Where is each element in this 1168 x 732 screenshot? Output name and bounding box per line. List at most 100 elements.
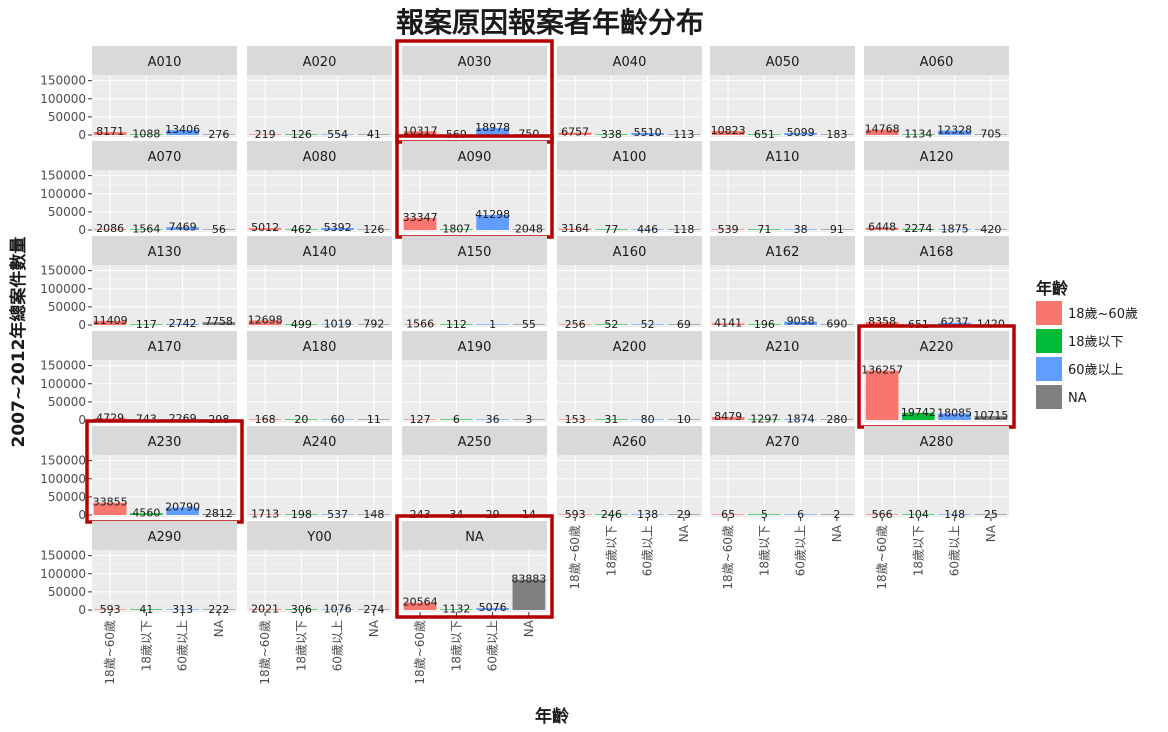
facet-panel-na: NA205641132 50768388318歲~60歲 18歲以下 60歲以上 NA [395, 514, 554, 685]
x-tick-label: 18歲以下 [139, 620, 153, 671]
data-label-a162-4: 690 [826, 318, 847, 331]
y-tick-label: 100000 [40, 282, 86, 296]
x-tick-label: NA [677, 524, 691, 542]
data-label-a050-4: 183 [826, 128, 847, 141]
facet-strip-label: A010 [148, 55, 182, 70]
legend-key-1 [1036, 301, 1062, 325]
data-label-a200-3: 80 [641, 413, 655, 426]
data-label-a060-1: 14768 [865, 123, 900, 136]
data-label-a090-4: 2048 [515, 222, 543, 235]
facet-strip-label: A200 [613, 340, 647, 355]
data-label-a030-3: 18978 [475, 121, 510, 134]
facet-panel-a080: A080 5012 462 5392 126 [247, 141, 392, 236]
y-tick-label: 100000 [40, 187, 86, 201]
data-label-a240-2: 198 [291, 508, 312, 521]
data-label-a162-3: 9058 [787, 315, 815, 328]
data-label-a060-2: 1134 [904, 128, 932, 141]
data-label-a090-1: 33347 [403, 211, 438, 224]
data-label-a160-2: 52 [604, 318, 618, 331]
x-tick-label: 60歲以上 [794, 525, 808, 576]
y-tick-label: 0 [78, 413, 86, 427]
y-tick-label: 100000 [40, 92, 86, 106]
facet-strip-label: A040 [613, 55, 647, 70]
data-label-a110-1: 539 [718, 223, 739, 236]
data-label-a110-4: 91 [830, 223, 844, 236]
data-label-a150-3: 1 [489, 318, 496, 331]
facet-strip-label: A270 [766, 435, 800, 450]
y-tick-label: 0 [78, 318, 86, 332]
facet-panel-a220: A220 136257 19742 18085 10715 [857, 324, 1016, 429]
y-tick-label: 50000 [48, 300, 86, 314]
data-label-a230-4: 2812 [205, 507, 233, 520]
facet-panel-a280: A280566 104 148 2518歲~60歲 18歲以下 60歲以上 NA [864, 426, 1009, 590]
facet-panel-a180: A180 168 20 60 11 [247, 331, 392, 426]
facet-panel-a110: A110 539 71 38 91 [710, 141, 855, 236]
legend-label-1: 18歲~60歲 [1068, 307, 1138, 322]
x-tick-label: NA [984, 524, 998, 542]
facet-panel-a130: A130 11409 117 2742 7758 0 50000 100000 150000 [40, 236, 237, 332]
data-label-a080-3: 5392 [324, 221, 352, 234]
data-label-a120-2: 2274 [904, 222, 932, 235]
y-tick-label: 0 [78, 128, 86, 142]
data-label-a162-2: 196 [754, 318, 775, 331]
data-label-a190-2: 6 [453, 413, 460, 426]
facet-strip-label: A220 [920, 340, 954, 355]
facet-strip-label: A168 [920, 245, 954, 260]
data-label-na-1: 20564 [403, 596, 438, 609]
data-label-a010-3: 13406 [165, 123, 200, 136]
x-tick-label: 18歲~60歲 [721, 525, 735, 590]
data-label-a190-3: 36 [486, 413, 500, 426]
legend: 年齡 18歲~60歲 18歲以下 60歲以上 NA [1036, 279, 1138, 409]
data-label-a020-4: 41 [367, 128, 381, 141]
legend-title: 年齡 [1036, 279, 1068, 298]
data-label-a020-1: 219 [255, 128, 276, 141]
y-tick-label: 50000 [48, 490, 86, 504]
facet-panel-a050: A050 10823 651 5099 183 [710, 46, 855, 141]
data-label-a040-1: 6757 [561, 126, 589, 139]
data-label-a130-1: 11409 [93, 314, 128, 327]
y-tick-label: 50000 [48, 395, 86, 409]
facet-strip-label: Y00 [306, 530, 331, 545]
facet-panel-a140: A140 12698 499 1019 792 [247, 236, 392, 331]
data-label-a010-2: 1088 [132, 128, 160, 141]
facet-strip-label: A250 [458, 435, 492, 450]
data-label-na-4: 83883 [511, 573, 546, 586]
y-tick-label: 50000 [48, 110, 86, 124]
y-tick-label: 150000 [40, 74, 86, 88]
data-label-a100-3: 446 [637, 223, 658, 236]
facet-strip-label: A110 [766, 150, 800, 165]
data-label-a010-1: 8171 [96, 125, 124, 138]
facet-strip-label: A280 [920, 435, 954, 450]
data-label-a010-4: 276 [208, 128, 229, 141]
data-label-a210-1: 8479 [714, 410, 742, 423]
data-label-a230-1: 33855 [93, 496, 128, 509]
facet-panel-a150: A150 1566 112 1 55 [402, 236, 547, 331]
facet-strip-label: NA [465, 530, 484, 545]
data-label-a070-1: 2086 [96, 222, 124, 235]
data-label-a160-3: 52 [641, 318, 655, 331]
data-label-a050-3: 5099 [787, 126, 815, 139]
data-label-a130-2: 117 [136, 318, 157, 331]
facet-strip-label: A230 [148, 435, 182, 450]
facet-strip-label: A210 [766, 340, 800, 355]
x-tick-label: NA [830, 524, 844, 542]
y-tick-label: 150000 [40, 359, 86, 373]
data-label-a140-4: 792 [363, 318, 384, 331]
data-label-a190-4: 3 [525, 413, 532, 426]
data-label-a070-2: 1564 [132, 222, 160, 235]
data-label-a030-4: 750 [518, 128, 539, 141]
x-tick-label: 60歲以上 [948, 525, 962, 576]
facet-panel-a260: A260593 246 138 2918歲~60歲 18歲以下 60歲以上 NA [557, 426, 702, 590]
x-tick-label: NA [367, 619, 381, 637]
x-tick-label: 18歲~60歲 [258, 620, 272, 685]
facet-strip-label: A160 [613, 245, 647, 260]
y-tick-label: 100000 [40, 377, 86, 391]
data-label-a220-1: 136257 [861, 364, 903, 377]
data-label-a168-4: 1420 [977, 317, 1005, 330]
data-label-a100-2: 77 [604, 223, 618, 236]
data-label-a150-2: 112 [446, 318, 467, 331]
legend-label-2: 18歲以下 [1068, 335, 1124, 350]
facet-strip-label: A162 [766, 245, 800, 260]
data-label-a160-4: 69 [677, 318, 691, 331]
data-label-a200-4: 10 [677, 413, 691, 426]
